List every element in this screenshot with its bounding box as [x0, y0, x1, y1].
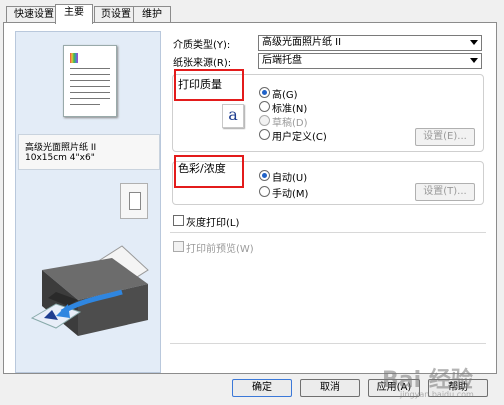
font-quality-icon: a	[222, 104, 244, 128]
tab-main[interactable]: 主要	[55, 4, 93, 24]
quality-custom-label: 用户定义(C)	[272, 132, 327, 143]
color-auto-radio[interactable]	[259, 170, 270, 181]
tab-page-setup[interactable]: 页设置	[94, 6, 138, 23]
color-auto-label: 自动(U)	[272, 173, 308, 184]
quality-high-label: 高(G)	[272, 90, 298, 101]
printer-icon	[30, 245, 149, 336]
print-preview-label: 打印前预览(W)	[186, 244, 254, 255]
highlight-box	[174, 69, 244, 101]
watermark-url: jingyan.baidu.com	[400, 390, 474, 399]
paper-source-value: 后端托盘	[262, 55, 302, 66]
tab-maintenance[interactable]: 维护	[133, 6, 171, 23]
paper-size-text: 10x15cm 4"x6"	[25, 153, 95, 163]
divider	[170, 232, 486, 233]
color-manual-label: 手动(M)	[272, 189, 309, 200]
quality-standard-label: 标准(N)	[272, 104, 308, 115]
paper-info-box: 高级光面照片纸 II 10x15cm 4"x6"	[18, 134, 160, 170]
color-manual-radio[interactable]	[259, 186, 270, 197]
quality-draft-label: 草稿(D)	[272, 118, 308, 129]
color-settings-button[interactable]: 设置(T)...	[415, 183, 475, 201]
ok-button[interactable]: 确定	[232, 379, 292, 397]
tab-quick-setup[interactable]: 快速设置	[6, 6, 62, 23]
page-orientation-icon	[120, 183, 148, 219]
media-type-select[interactable]: 高级光面照片纸 II	[258, 35, 482, 51]
chevron-down-icon	[470, 40, 478, 45]
media-type-label: 介质类型(Y):	[173, 40, 231, 51]
grayscale-checkbox[interactable]	[173, 215, 184, 226]
quality-settings-button[interactable]: 设置(E)...	[415, 128, 475, 146]
quality-custom-radio[interactable]	[259, 129, 270, 140]
quality-standard-radio[interactable]	[259, 101, 270, 112]
print-preview-checkbox[interactable]	[173, 241, 184, 252]
quality-high-radio[interactable]	[259, 87, 270, 98]
paper-source-label: 纸张来源(R):	[173, 58, 232, 69]
media-type-value: 高级光面照片纸 II	[262, 37, 342, 48]
paper-source-select[interactable]: 后端托盘	[258, 53, 482, 69]
quality-draft-radio[interactable]	[259, 115, 270, 126]
chevron-down-icon	[470, 58, 478, 63]
paper-preview-icon	[63, 45, 117, 117]
divider	[170, 343, 486, 344]
highlight-box	[174, 155, 244, 188]
paper-name-text: 高级光面照片纸 II	[25, 143, 97, 153]
grayscale-label: 灰度打印(L)	[186, 218, 240, 229]
cancel-button[interactable]: 取消	[300, 379, 360, 397]
